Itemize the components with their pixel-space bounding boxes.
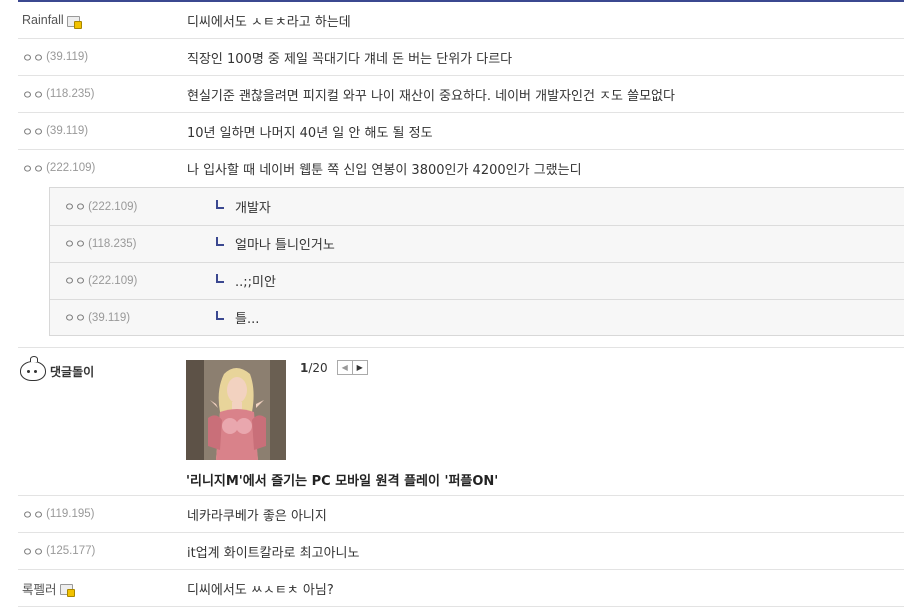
reply-spacer	[18, 334, 904, 348]
reply-arrow-icon	[216, 310, 224, 320]
ip-label: (39.119)	[46, 125, 89, 137]
comment-nick[interactable]: ㅇㅇ (39.119)	[22, 113, 88, 149]
nick-label[interactable]: ㅇㅇ	[64, 309, 86, 326]
reply-row: ㅇㅇ (118.235) 얼마나 틀니인거노	[50, 225, 904, 263]
reply-text-label: 틀...	[235, 312, 260, 327]
ip-label: (222.109)	[46, 162, 96, 174]
comment-row: 록펠러 디씨에서도 ㅆㅅㅌㅊ 아님?	[18, 570, 904, 607]
nick-label[interactable]: 록펠러	[22, 579, 57, 598]
ip-label: (119.195)	[46, 508, 95, 520]
reply-list: ㅇㅇ (222.109) 개발자 ㅇㅇ (118.235) 얼마나 틀니인거노 …	[49, 187, 904, 336]
nick-label[interactable]: ㅇㅇ	[22, 49, 44, 66]
ip-label: (125.177)	[46, 545, 96, 557]
ip-label: (39.119)	[46, 51, 89, 63]
comment-nick[interactable]: ㅇㅇ (39.119)	[22, 39, 88, 75]
comment-row: ㅇㅇ (222.109) 나 입사할 때 네이버 웹툰 쪽 신입 연봉이 380…	[18, 150, 904, 186]
next-arrow-icon[interactable]: ▶	[352, 360, 368, 375]
comment-text: 직장인 100명 중 제일 꼭대기다 걔네 돈 버는 단위가 다르다	[187, 51, 513, 67]
reply-nick[interactable]: ㅇㅇ (118.235)	[64, 225, 136, 262]
nick-label[interactable]: ㅇㅇ	[64, 235, 86, 252]
comment-nick[interactable]: ㅇㅇ (222.109)	[22, 150, 95, 186]
reply-row: ㅇㅇ (39.119) 틀...	[50, 299, 904, 336]
comment-nick[interactable]: ㅇㅇ (125.177)	[22, 533, 95, 569]
ip-label: (222.109)	[88, 200, 138, 213]
comment-nick[interactable]: ㅇㅇ (119.195)	[22, 496, 94, 532]
comment-text: 현실기준 괜찮을려면 피지컬 와꾸 나이 재산이 중요하다. 네이버 개발자인건…	[187, 88, 675, 104]
character-image-icon	[186, 360, 286, 460]
nick-label[interactable]: Rainfall	[22, 13, 64, 27]
nick-label[interactable]: ㅇㅇ	[64, 272, 86, 289]
comment-row: ㅇㅇ (39.119) 10년 일하면 나머지 40년 일 안 해도 될 정도	[18, 113, 904, 150]
comment-nick[interactable]: ㅇㅇ (118.235)	[22, 76, 94, 112]
reply-row: ㅇㅇ (222.109) ..;;미안	[50, 262, 904, 300]
reply-text-label: ..;;미안	[235, 275, 276, 290]
reply-nick[interactable]: ㅇㅇ (39.119)	[64, 299, 130, 336]
comment-row: ㅇㅇ (39.119) 직장인 100명 중 제일 꼭대기다 걔네 돈 버는 단…	[18, 39, 904, 76]
reply-text: ..;;미안	[216, 262, 276, 299]
nick-label[interactable]: ㅇㅇ	[22, 86, 44, 103]
nick-label[interactable]: ㅇㅇ	[22, 506, 44, 523]
reply-arrow-icon	[216, 199, 224, 209]
reply-row: ㅇㅇ (222.109) 개발자	[50, 188, 904, 226]
bot-icon	[20, 356, 46, 381]
comment-text: 10년 일하면 나머지 40년 일 안 해도 될 정도	[187, 125, 433, 141]
comment-text: 디씨에서도 ㅆㅅㅌㅊ 아님?	[187, 582, 334, 598]
page-current: 1	[300, 360, 309, 375]
prev-arrow-icon[interactable]: ◀	[336, 360, 353, 375]
comment-row: Rainfall 디씨에서도 ㅅㅌㅊ라고 하는데	[18, 2, 904, 39]
nick-label[interactable]: ㅇㅇ	[22, 123, 44, 140]
comment-text: 나 입사할 때 네이버 웹툰 쪽 신입 연봉이 3800인가 4200인가 그랬…	[187, 162, 582, 178]
reply-nick[interactable]: ㅇㅇ (222.109)	[64, 188, 137, 225]
comment-text: 디씨에서도 ㅅㅌㅊ라고 하는데	[187, 14, 351, 30]
comment-nick[interactable]: Rainfall	[22, 2, 82, 38]
comment-row: ㅇㅇ (119.195) 네카라쿠베가 좋은 아니지	[18, 496, 904, 533]
ip-label: (39.119)	[88, 311, 131, 324]
comment-row: ㅇㅇ (118.235) 현실기준 괜찮을려면 피지컬 와꾸 나이 재산이 중요…	[18, 76, 904, 113]
ad-nick: 댓글돌이	[20, 356, 95, 381]
reply-text: 개발자	[216, 188, 271, 225]
ip-label: (118.235)	[88, 237, 137, 250]
comment-text: it업계 화이트칼라로 최고아니노	[187, 545, 360, 561]
reply-text: 얼마나 틀니인거노	[216, 225, 335, 262]
comment-text: 네카라쿠베가 좋은 아니지	[187, 508, 327, 524]
ad-nick-label: 댓글돌이	[50, 364, 95, 379]
nick-label[interactable]: ㅇㅇ	[22, 543, 44, 560]
member-badge-icon	[59, 584, 75, 597]
member-badge-icon	[66, 16, 82, 29]
reply-text: 틀...	[216, 299, 259, 336]
ad-title[interactable]: '리니지M'에서 즐기는 PC 모바일 원격 플레이 '퍼플ON'	[186, 470, 498, 489]
nick-label[interactable]: ㅇㅇ	[64, 198, 86, 215]
ip-label: (118.235)	[46, 88, 95, 100]
reply-text-label: 얼마나 틀니인거노	[235, 238, 335, 253]
comment-nick[interactable]: 록펠러	[22, 570, 75, 606]
reply-arrow-icon	[216, 236, 224, 246]
ip-label: (222.109)	[88, 274, 138, 287]
ad-comment: 댓글돌이 1 /20 ◀ ▶ '리니지M'에서 즐기는 PC 모바일 원격 플레…	[18, 348, 904, 496]
reply-nick[interactable]: ㅇㅇ (222.109)	[64, 262, 137, 299]
comment-row: ㅇㅇ (125.177) it업계 화이트칼라로 최고아니노	[18, 533, 904, 570]
reply-text-label: 개발자	[235, 201, 271, 216]
page-total: /20	[308, 360, 328, 375]
reply-arrow-icon	[216, 273, 224, 283]
ad-thumbnail[interactable]	[186, 360, 286, 460]
nick-label[interactable]: ㅇㅇ	[22, 160, 44, 177]
ad-pager: 1 /20 ◀ ▶	[300, 360, 368, 375]
